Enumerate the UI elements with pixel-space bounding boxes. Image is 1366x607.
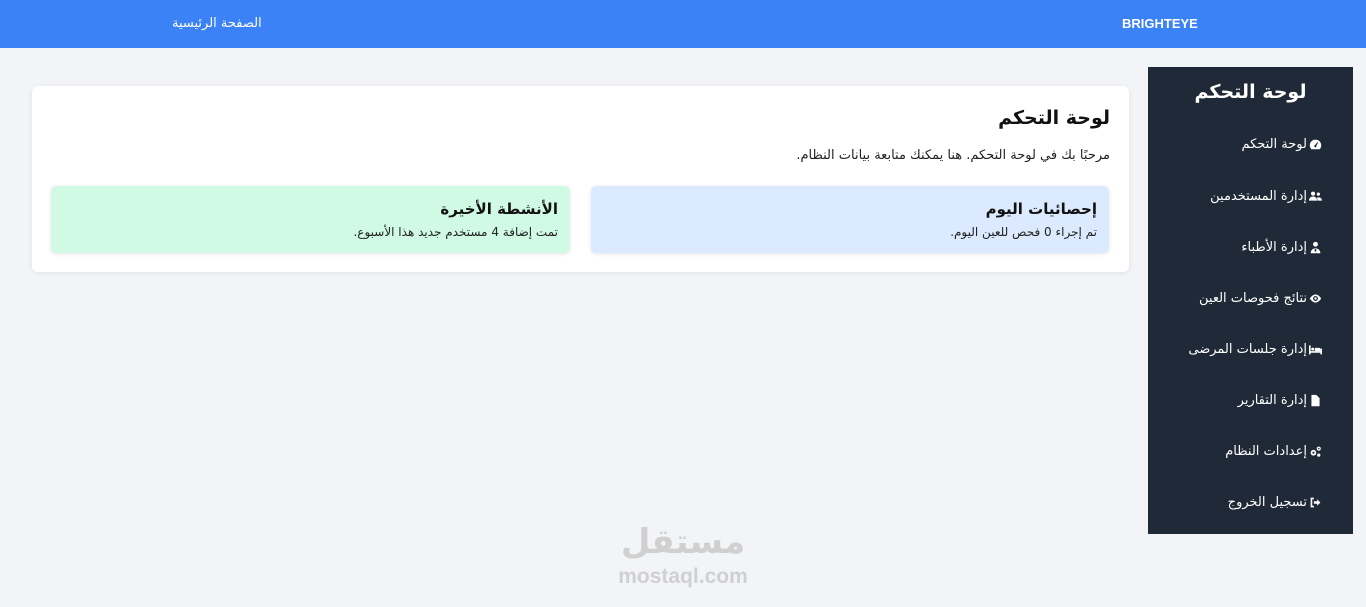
sign-out-icon bbox=[1310, 497, 1321, 507]
recent-activity-card: الأنشطة الأخيرة تمت إضافة 4 مستخدم جديد … bbox=[51, 186, 570, 253]
bed-icon bbox=[1309, 344, 1322, 354]
today-stats-text: تم إجراء 0 فحص للعين اليوم. bbox=[950, 225, 1097, 239]
recent-activity-text: تمت إضافة 4 مستخدم جديد هذا الأسبوع. bbox=[353, 225, 558, 239]
sidebar-item-logout[interactable]: تسجيل الخروج bbox=[1228, 491, 1322, 513]
users-icon bbox=[1309, 191, 1322, 201]
sidebar-item-eye-results[interactable]: نتائج فحوصات العين bbox=[1199, 287, 1322, 309]
sidebar-item-label: إدارة المستخدمين bbox=[1210, 188, 1307, 204]
gears-icon bbox=[1310, 446, 1321, 457]
brand-logo-text[interactable]: BRIGHTEYE bbox=[1122, 16, 1198, 31]
sidebar-title: لوحة التحكم bbox=[1194, 81, 1307, 103]
sidebar-item-label: تسجيل الخروج bbox=[1227, 494, 1307, 510]
sidebar: لوحة التحكم لوحة التحكم إدارة المستخدمين… bbox=[1148, 67, 1353, 534]
dashboard-gauge-icon bbox=[1309, 139, 1322, 149]
sidebar-item-dashboard[interactable]: لوحة التحكم bbox=[1241, 133, 1322, 155]
sidebar-item-patient-sessions[interactable]: إدارة جلسات المرضى bbox=[1188, 338, 1322, 360]
welcome-text: مرحبًا بك في لوحة التحكم. هنا يمكنك متاب… bbox=[796, 148, 1110, 163]
today-stats-card: إحصائيات اليوم تم إجراء 0 فحص للعين اليو… bbox=[591, 186, 1109, 253]
sidebar-item-users[interactable]: إدارة المستخدمين bbox=[1210, 185, 1322, 207]
sidebar-item-label: إعدادات النظام bbox=[1225, 443, 1307, 459]
file-icon bbox=[1311, 394, 1320, 406]
today-stats-title: إحصائيات اليوم bbox=[985, 200, 1097, 218]
sidebar-item-label: إدارة الأطباء bbox=[1241, 239, 1307, 255]
watermark: مستقل mostaql.com bbox=[602, 520, 764, 595]
watermark-latin: mostaql.com bbox=[618, 565, 748, 588]
watermark-arabic: مستقل bbox=[620, 522, 746, 562]
home-link[interactable]: الصفحة الرئيسية bbox=[172, 16, 262, 31]
sidebar-item-label: إدارة التقارير bbox=[1237, 392, 1307, 408]
eye-icon bbox=[1309, 293, 1322, 303]
sidebar-item-label: لوحة التحكم bbox=[1241, 136, 1307, 152]
doctor-icon bbox=[1310, 241, 1321, 253]
sidebar-item-doctors[interactable]: إدارة الأطباء bbox=[1241, 236, 1322, 258]
sidebar-item-label: نتائج فحوصات العين bbox=[1199, 290, 1307, 306]
sidebar-item-settings[interactable]: إعدادات النظام bbox=[1225, 440, 1322, 462]
dashboard-card: لوحة التحكم مرحبًا بك في لوحة التحكم. هن… bbox=[32, 86, 1129, 272]
sidebar-item-label: إدارة جلسات المرضى bbox=[1188, 341, 1307, 357]
recent-activity-title: الأنشطة الأخيرة bbox=[440, 200, 558, 218]
page-title: لوحة التحكم bbox=[998, 107, 1110, 129]
sidebar-item-reports[interactable]: إدارة التقارير bbox=[1238, 389, 1322, 411]
top-navbar: الصفحة الرئيسية BRIGHTEYE bbox=[0, 0, 1366, 48]
